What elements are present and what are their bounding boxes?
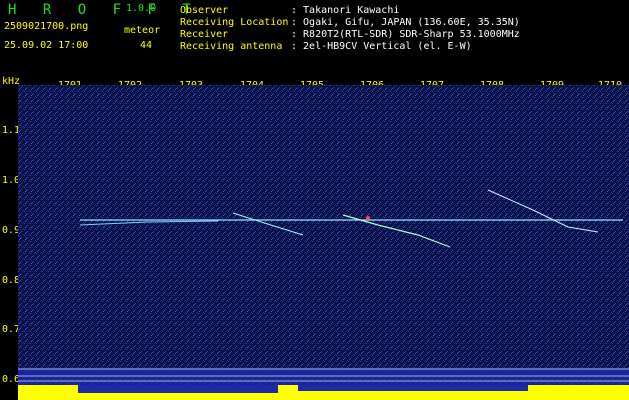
file-name: 2509021700.png	[4, 21, 89, 32]
location-value: : Ogaki, Gifu, JAPAN (136.60E, 35.35N)	[291, 17, 520, 28]
receiver-value: : R820T2(RTL-SDR) SDR-Sharp 53.1000MHz	[291, 29, 520, 40]
spectrogram	[18, 85, 629, 400]
observer-label: Observer	[180, 5, 229, 16]
meteor-label: meteor	[124, 25, 161, 36]
antenna-value: : 2el-HB9CV Vertical (el. E-W)	[291, 41, 472, 52]
antenna-label: Receiving antenna	[180, 41, 283, 52]
receiver-label: Receiver	[180, 29, 229, 40]
observer-value: : Takanori Kawachi	[291, 5, 400, 16]
location-label: Receiving Location	[180, 17, 289, 28]
app-version: 1.0.0	[126, 3, 157, 14]
file-datetime: 25.09.02 17:00	[4, 40, 89, 51]
noise-background	[18, 85, 629, 400]
signal-level-gap	[78, 385, 278, 393]
header-panel: H R O F F T 1.0.0 2509021700.png meteor …	[0, 0, 629, 70]
meteor-count: 44	[140, 40, 153, 51]
app-title: H R O F F T	[8, 2, 200, 18]
meteor-head	[366, 216, 370, 220]
signal-level-gap	[298, 385, 528, 391]
